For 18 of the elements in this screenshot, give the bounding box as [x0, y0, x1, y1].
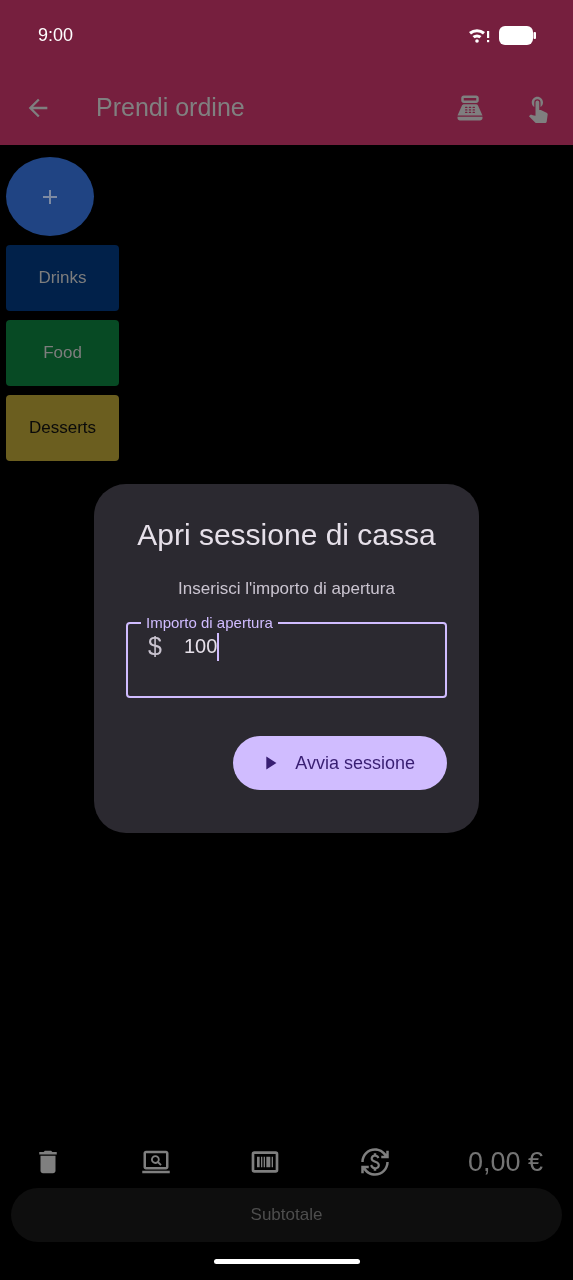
category-tile[interactable]: Food — [6, 320, 119, 386]
text-cursor — [217, 632, 220, 661]
amount-field[interactable]: Importo di apertura $ 100 — [126, 614, 447, 698]
dialog-title: Apri sessione di cassa — [137, 518, 436, 552]
order-total: 0,00 € — [467, 1146, 543, 1178]
battery-icon — [499, 25, 536, 45]
dialog-message: Inserisci l'importo di apertura — [178, 579, 395, 599]
home-indicator[interactable] — [213, 1258, 360, 1264]
field-value: 100 — [183, 635, 218, 658]
field-label: Importo di apertura — [145, 614, 274, 632]
category-tile[interactable]: Desserts — [6, 395, 119, 461]
start-session-button[interactable]: Avvia sessione — [233, 736, 447, 790]
cash-exchange-button[interactable] — [359, 1147, 390, 1177]
category-tile[interactable]: Drinks — [6, 245, 119, 311]
page-title: Prendi ordine — [96, 93, 246, 122]
currency-prefix: $ — [148, 632, 162, 661]
status-time: 9:00 — [38, 24, 74, 46]
wifi-icon — [468, 27, 490, 43]
